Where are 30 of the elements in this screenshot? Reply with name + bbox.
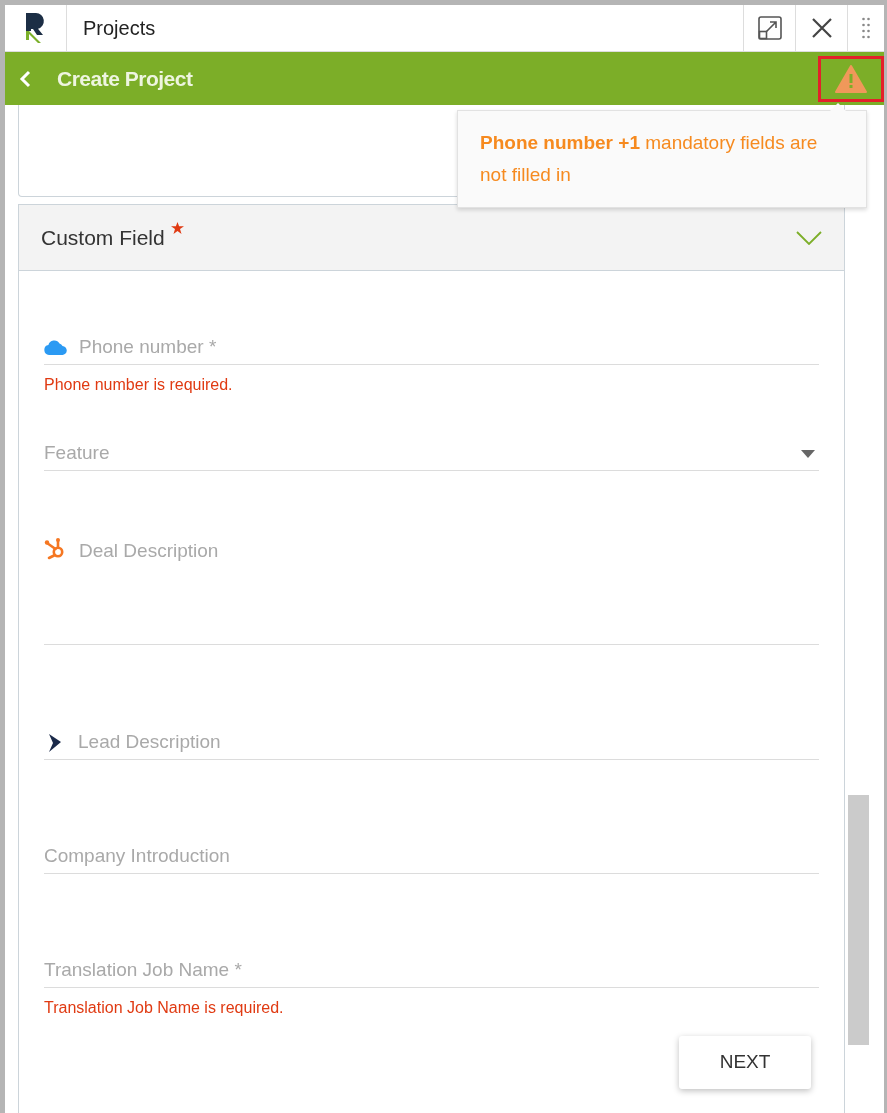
section-title: Custom Field <box>41 224 165 251</box>
input-field[interactable]: Lead Description <box>44 726 819 760</box>
field-placeholder: Translation Job Name * <box>44 958 243 983</box>
section-header[interactable]: Custom Field <box>19 205 844 271</box>
grip-icon <box>862 17 870 39</box>
back-icon <box>19 69 31 88</box>
field-placeholder: Deal Description <box>79 539 220 563</box>
tooltip-message: Phone number +1 mandatory fields are not filled in <box>480 132 818 185</box>
field-placeholder: Feature <box>44 441 111 466</box>
field-placeholder: Phone number * <box>79 335 218 360</box>
scrollbar-thumb[interactable] <box>848 795 869 1045</box>
dropdown-caret-icon <box>801 449 815 458</box>
dropdown-field[interactable]: Feature <box>44 437 819 471</box>
page-title: Create Project <box>57 65 193 92</box>
warning-icon <box>835 65 867 93</box>
field-placeholder: Lead Description <box>78 730 222 755</box>
window-title: Projects <box>82 16 157 41</box>
warning-button[interactable] <box>818 56 884 102</box>
expand-icon <box>757 16 782 40</box>
field-placeholder: Company Introduction <box>44 844 231 869</box>
input-field[interactable]: Phone number * <box>44 331 819 365</box>
error-message: Translation Job Name is required. <box>44 998 285 1018</box>
input-field[interactable]: Deal Description <box>44 537 819 645</box>
error-message: Phone number is required. <box>44 375 234 395</box>
next-button[interactable]: NEXT <box>679 1036 811 1089</box>
input-field[interactable]: Company Introduction <box>44 840 819 874</box>
input-field[interactable]: Translation Job Name * <box>44 954 819 988</box>
cloud-icon <box>44 340 67 355</box>
play-arrow-icon <box>48 733 62 752</box>
close-icon <box>810 17 833 39</box>
